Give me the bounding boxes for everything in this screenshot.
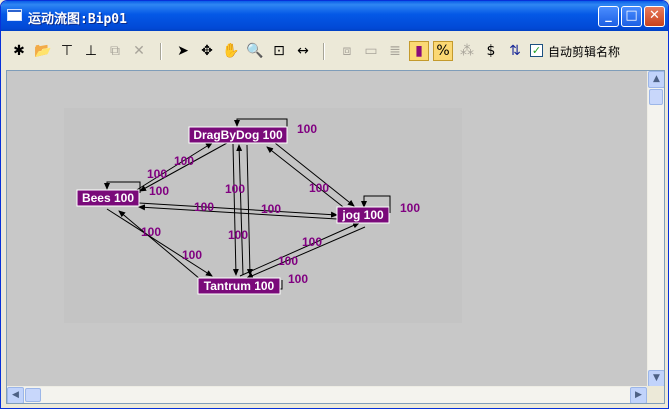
create-clip-icon[interactable]: ⊤	[57, 41, 77, 61]
weight-label: 100	[174, 154, 194, 168]
window-icon	[7, 9, 22, 21]
vertical-scroll-thumb[interactable]	[649, 89, 663, 105]
script-icon[interactable]: ⇅	[505, 41, 525, 61]
show-clip-names-label: 自动剪辑名称	[548, 45, 621, 59]
open-icon[interactable]: 📂	[33, 41, 53, 61]
window-title: 运动流图:Bip01	[28, 12, 127, 27]
weight-label: 100	[309, 181, 329, 195]
weight-label: 100	[225, 182, 245, 196]
zoom-extents-icon[interactable]: ↔	[293, 41, 313, 61]
dollar-icon[interactable]: $	[481, 41, 501, 61]
weight-label: 100	[194, 200, 214, 214]
weight-label: 100	[141, 225, 161, 239]
minimize-button[interactable]: _	[598, 6, 619, 27]
create-multiple-clips-icon[interactable]: ⊥	[81, 41, 101, 61]
scroll-left-icon[interactable]: ◀	[7, 387, 24, 403]
weight-label: 100	[261, 202, 281, 216]
scroll-up-icon[interactable]: ▲	[648, 71, 664, 88]
weight-label: 100	[278, 254, 298, 268]
scrollbar-corner	[647, 386, 664, 403]
weight-label: 100	[149, 184, 169, 198]
clip-node-bees[interactable]: Bees 100	[76, 189, 140, 207]
zoom-icon[interactable]: 🔍	[245, 41, 265, 61]
random-motion-icon[interactable]: ⧈	[337, 41, 357, 61]
vertical-scrollbar[interactable]: ▲ ▼	[647, 71, 664, 387]
clip-node-label: Bees 100	[82, 191, 134, 205]
minus-icon[interactable]: ▭	[361, 41, 381, 61]
weight-label: 100	[288, 272, 308, 286]
weight-label: 100	[147, 167, 167, 181]
select-all-transitions-icon[interactable]: %	[433, 41, 453, 61]
weight-label: 100	[302, 235, 322, 249]
motion-flow-canvas[interactable]: 100 100 100 100 100 100 100 100 100 100 …	[6, 70, 665, 404]
delete-icon[interactable]: ✕	[129, 41, 149, 61]
motion-flow-graph: 100 100 100 100 100 100 100 100 100 100 …	[64, 108, 462, 323]
title-bar[interactable]: 运动流图:Bip01 _ □ ✕	[1, 1, 668, 31]
horizontal-scroll-thumb[interactable]	[25, 388, 41, 402]
create-transition-icon[interactable]: ⧉	[105, 41, 125, 61]
clip-node-label: Tantrum 100	[204, 279, 275, 293]
scroll-down-icon[interactable]: ▼	[648, 370, 664, 387]
weight-label: 100	[297, 122, 317, 136]
toolbar-separator	[160, 43, 162, 60]
weight-label: 100	[228, 228, 248, 242]
paste-icon[interactable]: ⁂	[457, 41, 477, 61]
clip-node-jog[interactable]: jog 100	[336, 206, 390, 224]
optimize-icon[interactable]: ≣	[385, 41, 405, 61]
clip-node-label: jog 100	[341, 208, 384, 222]
select-arrow-icon[interactable]: ➤	[173, 41, 193, 61]
toolbar: ✱ 📂 ⊤ ⊥ ⧉ ✕ ➤ ✥ ✋ 🔍 ⊡ ↔ ⧈ ▭ ≣ ▮ % ⁂ $ ⇅ …	[5, 39, 666, 65]
weight-label: 100	[400, 201, 420, 215]
new-icon[interactable]: ✱	[9, 41, 29, 61]
clip-node-label: DragByDog 100	[193, 128, 283, 142]
pan-hand-icon[interactable]: ✋	[221, 41, 241, 61]
clip-node-tantrum[interactable]: Tantrum 100	[197, 277, 281, 295]
zoom-region-icon[interactable]: ⊡	[269, 41, 289, 61]
scroll-right-icon[interactable]: ▶	[630, 387, 647, 403]
toolbar-separator	[323, 43, 325, 60]
motion-flow-window: 运动流图:Bip01 _ □ ✕ ✱ 📂 ⊤ ⊥ ⧉ ✕ ➤ ✥ ✋ 🔍 ⊡ ↔…	[0, 0, 669, 409]
select-start-clip-icon[interactable]: ▮	[409, 41, 429, 61]
move-icon[interactable]: ✥	[197, 41, 217, 61]
clip-node-dragbydog[interactable]: DragByDog 100	[188, 126, 288, 144]
maximize-button[interactable]: □	[621, 6, 642, 27]
weight-label: 100	[182, 248, 202, 262]
horizontal-scrollbar[interactable]: ◀ ▶	[7, 386, 647, 403]
close-button[interactable]: ✕	[644, 6, 665, 27]
show-clip-names-checkbox[interactable]: ✓	[530, 44, 543, 57]
